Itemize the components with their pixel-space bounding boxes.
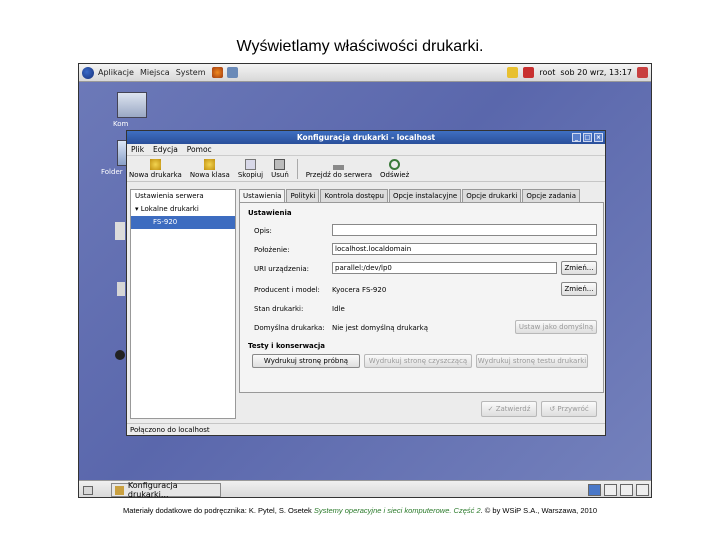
expander-down-icon[interactable]: ▾ (135, 205, 139, 213)
slide-title: Wyświetlamy właściwości drukarki. (236, 38, 484, 55)
menu-edit[interactable]: Edycja (153, 145, 178, 154)
tab-settings[interactable]: Ustawienia (239, 189, 286, 202)
print-self-test-button[interactable]: Wydrukuj stronę testu drukarki (476, 354, 588, 368)
menu-file[interactable]: Plik (131, 145, 144, 154)
menu-system[interactable]: System (176, 68, 206, 77)
tab-bar: Ustawienia Polityki Kontrola dostępu Opc… (239, 189, 604, 202)
tab-printer-options[interactable]: Opcje drukarki (462, 189, 522, 202)
printer-tree: Ustawienia serwera ▾ Lokalne drukarki FS… (130, 189, 236, 419)
window-title: Konfiguracja drukarki - localhost (296, 133, 436, 142)
change-uri-button[interactable]: Zmień... (561, 261, 597, 275)
book-title: Systemy operacyjne i sieci komputerowe. … (313, 506, 481, 515)
apply-icon: ✓ (487, 405, 496, 413)
printer-app-icon (115, 485, 124, 495)
computer-icon-label: Kom (113, 120, 129, 128)
location-field[interactable]: localhost.localdomain (332, 243, 597, 255)
tab-installable-options[interactable]: Opcje instalacyjne (388, 189, 462, 202)
default-printer-label: Domyślna drukarka: (254, 324, 325, 332)
mail-launcher-icon[interactable] (226, 67, 238, 78)
drive-icon[interactable] (115, 222, 125, 240)
delete-button[interactable]: Usuń (271, 159, 289, 181)
window-titlebar[interactable]: Konfiguracja drukarki - localhost _ □ × (127, 131, 605, 144)
user-name: root (539, 68, 556, 77)
close-icon[interactable]: × (594, 133, 603, 142)
menu-applications[interactable]: Aplikacje (98, 68, 134, 77)
device-uri-label: URI urządzenia: (254, 265, 310, 273)
apply-button[interactable]: ✓ Zatwierdź (481, 401, 537, 417)
menubar: Plik Edycja Pomoc (127, 144, 605, 156)
clock[interactable]: sob 20 wrz, 13:17 (560, 68, 632, 77)
show-desktop-icon[interactable] (83, 485, 93, 495)
tab-policies[interactable]: Polityki (286, 189, 320, 202)
tree-item-printer[interactable]: FS-920 (131, 216, 235, 229)
trash-can-icon (274, 159, 286, 170)
tree-item-local-printers[interactable]: ▾ Lokalne drukarki (131, 203, 235, 216)
new-class-button[interactable]: Nowa klasa (190, 159, 230, 181)
menu-help[interactable]: Pomoc (187, 145, 212, 154)
maintenance-header: Testy i konserwacja (248, 342, 326, 350)
copy-button[interactable]: Skopiuj (238, 159, 263, 181)
location-label: Położenie: (254, 246, 290, 254)
make-model-value: Kyocera FS-920 (332, 286, 387, 294)
device-icon[interactable] (117, 282, 125, 296)
folder-icon-label: Folder (101, 168, 123, 176)
maximize-icon[interactable]: □ (583, 133, 592, 142)
copy-icon (244, 159, 256, 170)
toolbar: Nowa drukarka Nowa klasa Skopiuj Usuń Pr… (127, 156, 605, 182)
bottom-panel: Konfiguracja drukarki... (79, 480, 651, 497)
printer-state-label: Stan drukarki: (254, 305, 304, 313)
print-test-page-button[interactable]: Wydrukuj stronę próbną (252, 354, 360, 368)
description-field[interactable] (332, 224, 597, 236)
tab-job-options[interactable]: Opcje zadania (522, 189, 581, 202)
workspace-4[interactable] (636, 484, 649, 496)
workspace-1[interactable] (588, 484, 601, 496)
change-model-button[interactable]: Zmień... (561, 282, 597, 296)
workspace-2[interactable] (604, 484, 617, 496)
settings-panel: Ustawienia Opis: Położenie: localhost.lo… (239, 202, 604, 393)
printer-state-value: Idle (332, 305, 345, 313)
notes-icon[interactable] (507, 67, 519, 78)
revert-button[interactable]: ↺ Przywróć (541, 401, 597, 417)
status-bar: Połączono do localhost (127, 423, 605, 435)
browser-launcher-icon[interactable] (211, 67, 223, 78)
device-uri-field[interactable]: parallel:/dev/lp0 (332, 262, 557, 274)
tree-item-server-settings[interactable]: Ustawienia serwera (131, 190, 235, 203)
printer-config-window: Konfiguracja drukarki - localhost _ □ × … (126, 130, 606, 436)
screenshot-frame: Aplikacje Miejsca System root sob 20 wrz… (78, 63, 652, 498)
alert-icon[interactable] (523, 67, 535, 78)
make-model-label: Producent i model: (254, 286, 320, 294)
refresh-button[interactable]: Odśwież (380, 159, 409, 181)
slide-footer: Materiały dodatkowe do podręcznika: K. P… (122, 506, 598, 515)
top-panel: Aplikacje Miejsca System root sob 20 wrz… (79, 64, 651, 82)
connect-server-button[interactable]: Przejdź do serwera (306, 161, 372, 181)
settings-header: Ustawienia (248, 209, 292, 217)
taskbar-button[interactable]: Konfiguracja drukarki... (111, 481, 221, 497)
toolbar-separator (296, 158, 298, 179)
trash-icon[interactable] (115, 350, 125, 360)
menu-places[interactable]: Miejsca (140, 68, 170, 77)
set-default-button[interactable]: Ustaw jako domyślną (515, 320, 597, 334)
new-class-icon (204, 159, 216, 170)
desktop: Kom Folder Konfiguracja drukarki - local… (79, 82, 651, 480)
computer-icon[interactable] (117, 92, 147, 118)
distro-logo-icon[interactable] (82, 66, 94, 79)
new-printer-icon (149, 159, 161, 170)
description-label: Opis: (254, 227, 272, 235)
minimize-icon[interactable]: _ (572, 133, 581, 142)
connect-icon (333, 165, 345, 170)
print-cleaning-page-button[interactable]: Wydrukuj stronę czyszczącą (364, 354, 472, 368)
refresh-icon (389, 159, 401, 170)
new-printer-button[interactable]: Nowa drukarka (129, 159, 182, 181)
default-printer-value: Nie jest domyślną drukarką (332, 324, 429, 332)
workspace-3[interactable] (620, 484, 633, 496)
power-icon[interactable] (637, 67, 648, 78)
tab-access-control[interactable]: Kontrola dostępu (320, 189, 388, 202)
workspace-switcher (585, 484, 649, 496)
